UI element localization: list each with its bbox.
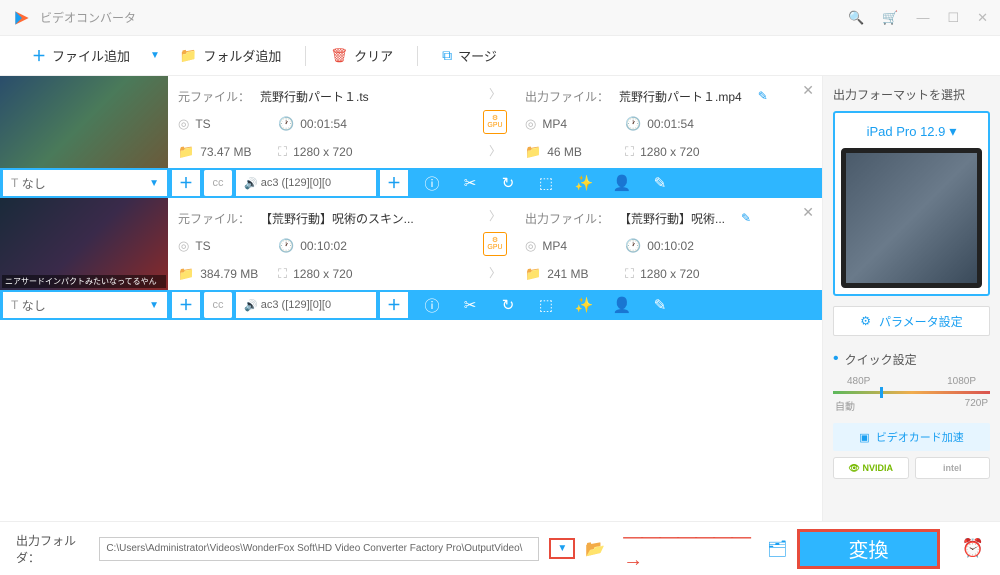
subtitle-select[interactable]: T なし▼ xyxy=(2,169,168,197)
cc-button[interactable]: cc xyxy=(204,292,232,318)
add-file-dropdown[interactable]: ▼ xyxy=(150,50,160,61)
maximize-button[interactable]: ☐ xyxy=(947,10,959,26)
chip-icon: ▣ xyxy=(859,431,869,444)
add-folder-button[interactable]: 📁フォルダ追加 xyxy=(168,36,293,75)
path-dropdown[interactable]: ▼ xyxy=(549,538,575,559)
action-bar: T なし▼ ＋ cc 🔊 ac3 ([129][0][0 ＋ ⓘ ✂ ↻ ⬚ ✨… xyxy=(0,168,822,198)
effects-button[interactable]: ✨ xyxy=(566,290,602,320)
gpu-badge: ⚙GPU xyxy=(483,232,507,256)
chevron-down-icon: ▾ xyxy=(949,123,956,139)
add-audio-button[interactable]: ＋ xyxy=(380,170,408,196)
output-filename: 荒野行動パート１.mp4 xyxy=(619,88,742,105)
effects-button[interactable]: ✨ xyxy=(566,168,602,198)
arrow-annotation: ———————→ xyxy=(623,526,749,572)
rotate-button[interactable]: ↻ xyxy=(490,168,526,198)
footer: 出力フォルダ： ▼ 📂 ———————→ 🗂 変換 ⏰ xyxy=(0,521,1000,575)
add-subtitle-button[interactable]: ＋ xyxy=(172,292,200,318)
format-icon: ◎ xyxy=(178,116,189,132)
merge-button[interactable]: ⧉マージ xyxy=(430,36,509,75)
settings-icon: ⚙ xyxy=(860,314,871,328)
open-folder-icon[interactable]: 📂 xyxy=(585,539,605,559)
nvidia-badge: 👁 NVIDIA xyxy=(833,457,909,479)
titlebar: ビデオコンバータ 🔍 🛒 — ☐ ✕ xyxy=(0,0,1000,36)
edit-icon[interactable]: ✎ xyxy=(758,89,768,103)
edit-button[interactable]: ✎ xyxy=(642,290,678,320)
info-button[interactable]: ⓘ xyxy=(414,168,450,198)
output-filename: 【荒野行動】呪術... xyxy=(619,210,725,227)
thumbnail[interactable]: ニアサードインパクトみたいなってるやん xyxy=(0,198,168,290)
convert-button[interactable]: 変換 xyxy=(797,529,939,569)
quick-settings-title: クイック設定 xyxy=(833,350,990,368)
cc-button[interactable]: cc xyxy=(204,170,232,196)
watermark-button[interactable]: 👤 xyxy=(604,290,640,320)
output-folder-label: 出力フォルダ： xyxy=(16,532,89,566)
folder-icon: 📁 xyxy=(178,144,194,160)
toolbar: ＋ファイル追加 ▼ 📁フォルダ追加 🗑クリア ⧉マージ xyxy=(0,36,1000,76)
quality-slider[interactable] xyxy=(833,391,990,394)
app-logo-icon xyxy=(12,8,32,28)
add-audio-button[interactable]: ＋ xyxy=(380,292,408,318)
alarm-icon[interactable]: ⏰ xyxy=(962,538,984,559)
action-bar: T なし▼ ＋ cc 🔊 ac3 ([129][0][0 ＋ ⓘ ✂ ↻ ⬚ ✨… xyxy=(0,290,822,320)
resolution-icon: ⛶ xyxy=(278,144,287,160)
app-title: ビデオコンバータ xyxy=(40,9,848,26)
format-preview-image xyxy=(841,148,982,288)
browse-folder-icon[interactable]: 🗂 xyxy=(767,539,787,559)
rotate-button[interactable]: ↻ xyxy=(490,290,526,320)
list-item: ニアサードインパクトみたいなってるやん 元ファイル：【荒野行動】呪術のスキン..… xyxy=(0,198,822,320)
remove-item-button[interactable]: ✕ xyxy=(802,82,814,99)
parameter-settings-button[interactable]: ⚙パラメータ設定 xyxy=(833,306,990,336)
watermark-button[interactable]: 👤 xyxy=(604,168,640,198)
minimize-button[interactable]: — xyxy=(916,10,929,25)
add-subtitle-button[interactable]: ＋ xyxy=(172,170,200,196)
edit-button[interactable]: ✎ xyxy=(642,168,678,198)
cut-button[interactable]: ✂ xyxy=(452,290,488,320)
format-section-title: 出力フォーマットを選択 xyxy=(833,86,990,103)
source-filename: 荒野行動パート１.ts xyxy=(260,88,369,105)
output-format-button[interactable]: iPad Pro 12.9▾ xyxy=(833,111,990,296)
clock-icon: 🕐 xyxy=(278,116,294,132)
intel-badge: intel xyxy=(915,457,991,479)
info-button[interactable]: ⓘ xyxy=(414,290,450,320)
crop-button[interactable]: ⬚ xyxy=(528,290,564,320)
clear-button[interactable]: 🗑クリア xyxy=(318,36,405,75)
audio-select[interactable]: 🔊 ac3 ([129][0][0 xyxy=(236,292,376,318)
edit-icon[interactable]: ✎ xyxy=(741,211,751,225)
search-icon[interactable]: 🔍 xyxy=(848,10,864,26)
source-filename: 【荒野行動】呪術のスキン... xyxy=(260,210,414,227)
output-path-input[interactable] xyxy=(99,537,539,561)
file-list: 元ファイル：荒野行動パート１.ts ◎TS 🕐00:01:54 📁73.47 M… xyxy=(0,76,822,521)
cut-button[interactable]: ✂ xyxy=(452,168,488,198)
subtitle-select[interactable]: T なし▼ xyxy=(2,291,168,319)
audio-select[interactable]: 🔊 ac3 ([129][0][0 xyxy=(236,170,376,196)
gpu-badge: ⚙GPU xyxy=(483,110,507,134)
list-item: 元ファイル：荒野行動パート１.ts ◎TS 🕐00:01:54 📁73.47 M… xyxy=(0,76,822,198)
cart-icon[interactable]: 🛒 xyxy=(882,10,898,26)
add-file-button[interactable]: ＋ファイル追加 xyxy=(20,36,142,75)
thumbnail[interactable] xyxy=(0,76,168,168)
sidebar: 出力フォーマットを選択 iPad Pro 12.9▾ ⚙パラメータ設定 クイック… xyxy=(822,76,1000,521)
gpu-accel-button[interactable]: ▣ビデオカード加速 xyxy=(833,423,990,451)
crop-button[interactable]: ⬚ xyxy=(528,168,564,198)
remove-item-button[interactable]: ✕ xyxy=(802,204,814,221)
close-button[interactable]: ✕ xyxy=(977,10,988,26)
